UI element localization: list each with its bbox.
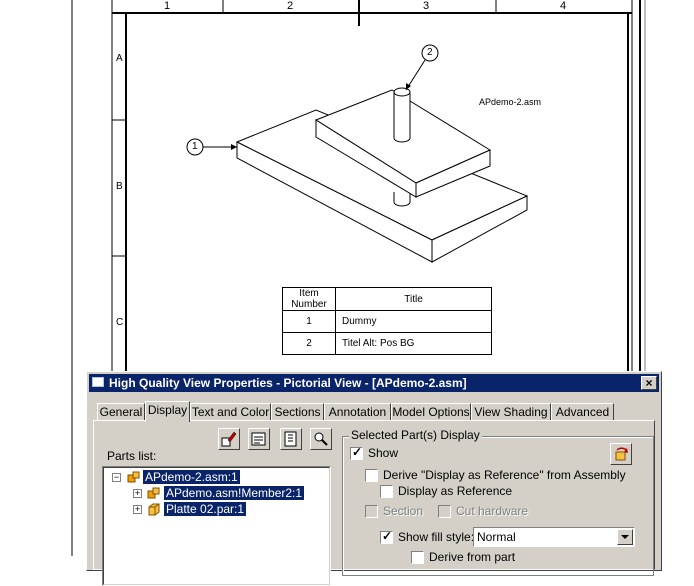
show-label: Show xyxy=(368,446,399,460)
display-as-reference-checkbox[interactable] xyxy=(380,485,393,498)
select-parts-icon xyxy=(221,431,237,447)
show-fill-style-checkbox[interactable]: ✓ xyxy=(380,529,393,544)
column-label-1: 1 xyxy=(164,0,171,12)
table-cell: Titel Alt: Pos BG xyxy=(335,332,492,355)
balloon-2-label: 2 xyxy=(427,47,433,58)
balloon-1-label: 1 xyxy=(192,141,198,152)
display-option-button[interactable] xyxy=(610,443,632,465)
rotate-view-icon xyxy=(615,447,628,461)
tab-annotation[interactable]: Annotation xyxy=(324,403,391,420)
tree-node[interactable]: − APdemo-2.asm:1 xyxy=(103,470,323,484)
show-checkbox[interactable]: ✓ xyxy=(350,445,363,460)
derive-reference-label: Derive "Display as Reference" from Assem… xyxy=(383,468,626,482)
parts-list-label: Parts list: xyxy=(107,449,157,463)
section-label: Section xyxy=(383,504,424,518)
fill-style-value: Normal xyxy=(477,530,516,544)
find-icon xyxy=(314,432,328,446)
show-hide-icon xyxy=(251,432,266,446)
header-title: Title xyxy=(335,287,492,311)
tree-view-button[interactable] xyxy=(280,428,302,450)
tree-node[interactable]: + Platte 02.par:1 xyxy=(103,502,323,516)
expand-icon[interactable]: + xyxy=(133,505,142,514)
table-header-row: Item Number Title xyxy=(282,287,492,311)
check-icon: ✓ xyxy=(382,529,393,543)
parts-list-table: Item Number Title 1 Dummy 2 Titel Alt: P… xyxy=(282,287,492,355)
tab-text-and-color[interactable]: Text and Color xyxy=(190,403,271,420)
section-checkbox[interactable] xyxy=(365,505,378,518)
collapse-icon[interactable]: − xyxy=(112,473,121,482)
column-label-2: 2 xyxy=(287,0,294,12)
table-cell: Dummy xyxy=(335,310,492,333)
tab-general[interactable]: General xyxy=(97,403,145,420)
tree-node-label[interactable]: APdemo.asm!Member2:1 xyxy=(164,486,305,500)
derive-from-part-label: Derive from part xyxy=(429,550,516,564)
row-label-b: B xyxy=(116,181,123,192)
derive-from-part-checkbox[interactable] xyxy=(411,551,424,564)
column-label-3: 3 xyxy=(423,0,430,12)
table-cell: 1 xyxy=(282,310,336,333)
dialog-titlebar[interactable]: High Quality View Properties - Pictorial… xyxy=(89,374,659,392)
cut-hardware-label: Cut hardware xyxy=(456,504,529,518)
tab-model-options[interactable]: Model Options xyxy=(391,403,471,420)
expand-icon[interactable]: + xyxy=(133,489,142,498)
tab-display[interactable]: Display xyxy=(145,401,190,422)
tree-view-icon xyxy=(284,431,297,447)
close-button[interactable]: × xyxy=(641,376,657,390)
row-label-c: C xyxy=(116,317,124,328)
table-cell: 2 xyxy=(282,332,336,355)
chevron-down-icon[interactable] xyxy=(617,529,633,545)
derive-reference-checkbox[interactable] xyxy=(365,469,378,482)
tree-node-label[interactable]: APdemo-2.asm:1 xyxy=(143,470,240,484)
row-label-a: A xyxy=(116,53,123,64)
parts-tree[interactable]: − APdemo-2.asm:1 + APdemo.asm!Member2:1 … xyxy=(102,466,331,586)
group-title: Selected Part(s) Display xyxy=(349,428,482,442)
fill-style-select[interactable]: Normal xyxy=(473,527,635,547)
display-as-reference-label: Display as Reference xyxy=(398,484,513,498)
part-icon xyxy=(148,503,160,516)
tab-sections[interactable]: Sections xyxy=(271,403,324,420)
show-hide-button[interactable] xyxy=(248,428,270,450)
show-fill-style-label: Show fill style: xyxy=(398,530,475,544)
table-row: 2 Titel Alt: Pos BG xyxy=(282,332,492,355)
column-label-4: 4 xyxy=(560,0,567,12)
tab-advanced[interactable]: Advanced xyxy=(551,403,614,420)
assembly-icon xyxy=(127,471,140,483)
tree-node-label[interactable]: Platte 02.par:1 xyxy=(164,502,247,516)
header-item-number: Item Number xyxy=(282,287,336,311)
check-icon: ✓ xyxy=(352,445,363,459)
find-button[interactable] xyxy=(310,428,332,450)
table-row: 1 Dummy xyxy=(282,310,492,333)
tab-view-shading[interactable]: View Shading xyxy=(471,403,551,420)
cut-hardware-checkbox[interactable] xyxy=(438,505,451,518)
assembly-label: APdemo-2.asm xyxy=(479,97,542,107)
view-properties-dialog: High Quality View Properties - Pictorial… xyxy=(86,371,662,586)
select-parts-button[interactable] xyxy=(218,428,240,450)
tree-node[interactable]: + APdemo.asm!Member2:1 xyxy=(103,486,323,500)
dialog-title: High Quality View Properties - Pictorial… xyxy=(109,376,467,390)
parts-tree-frame xyxy=(103,467,330,585)
window-icon xyxy=(92,377,104,387)
assembly-icon xyxy=(147,487,160,499)
